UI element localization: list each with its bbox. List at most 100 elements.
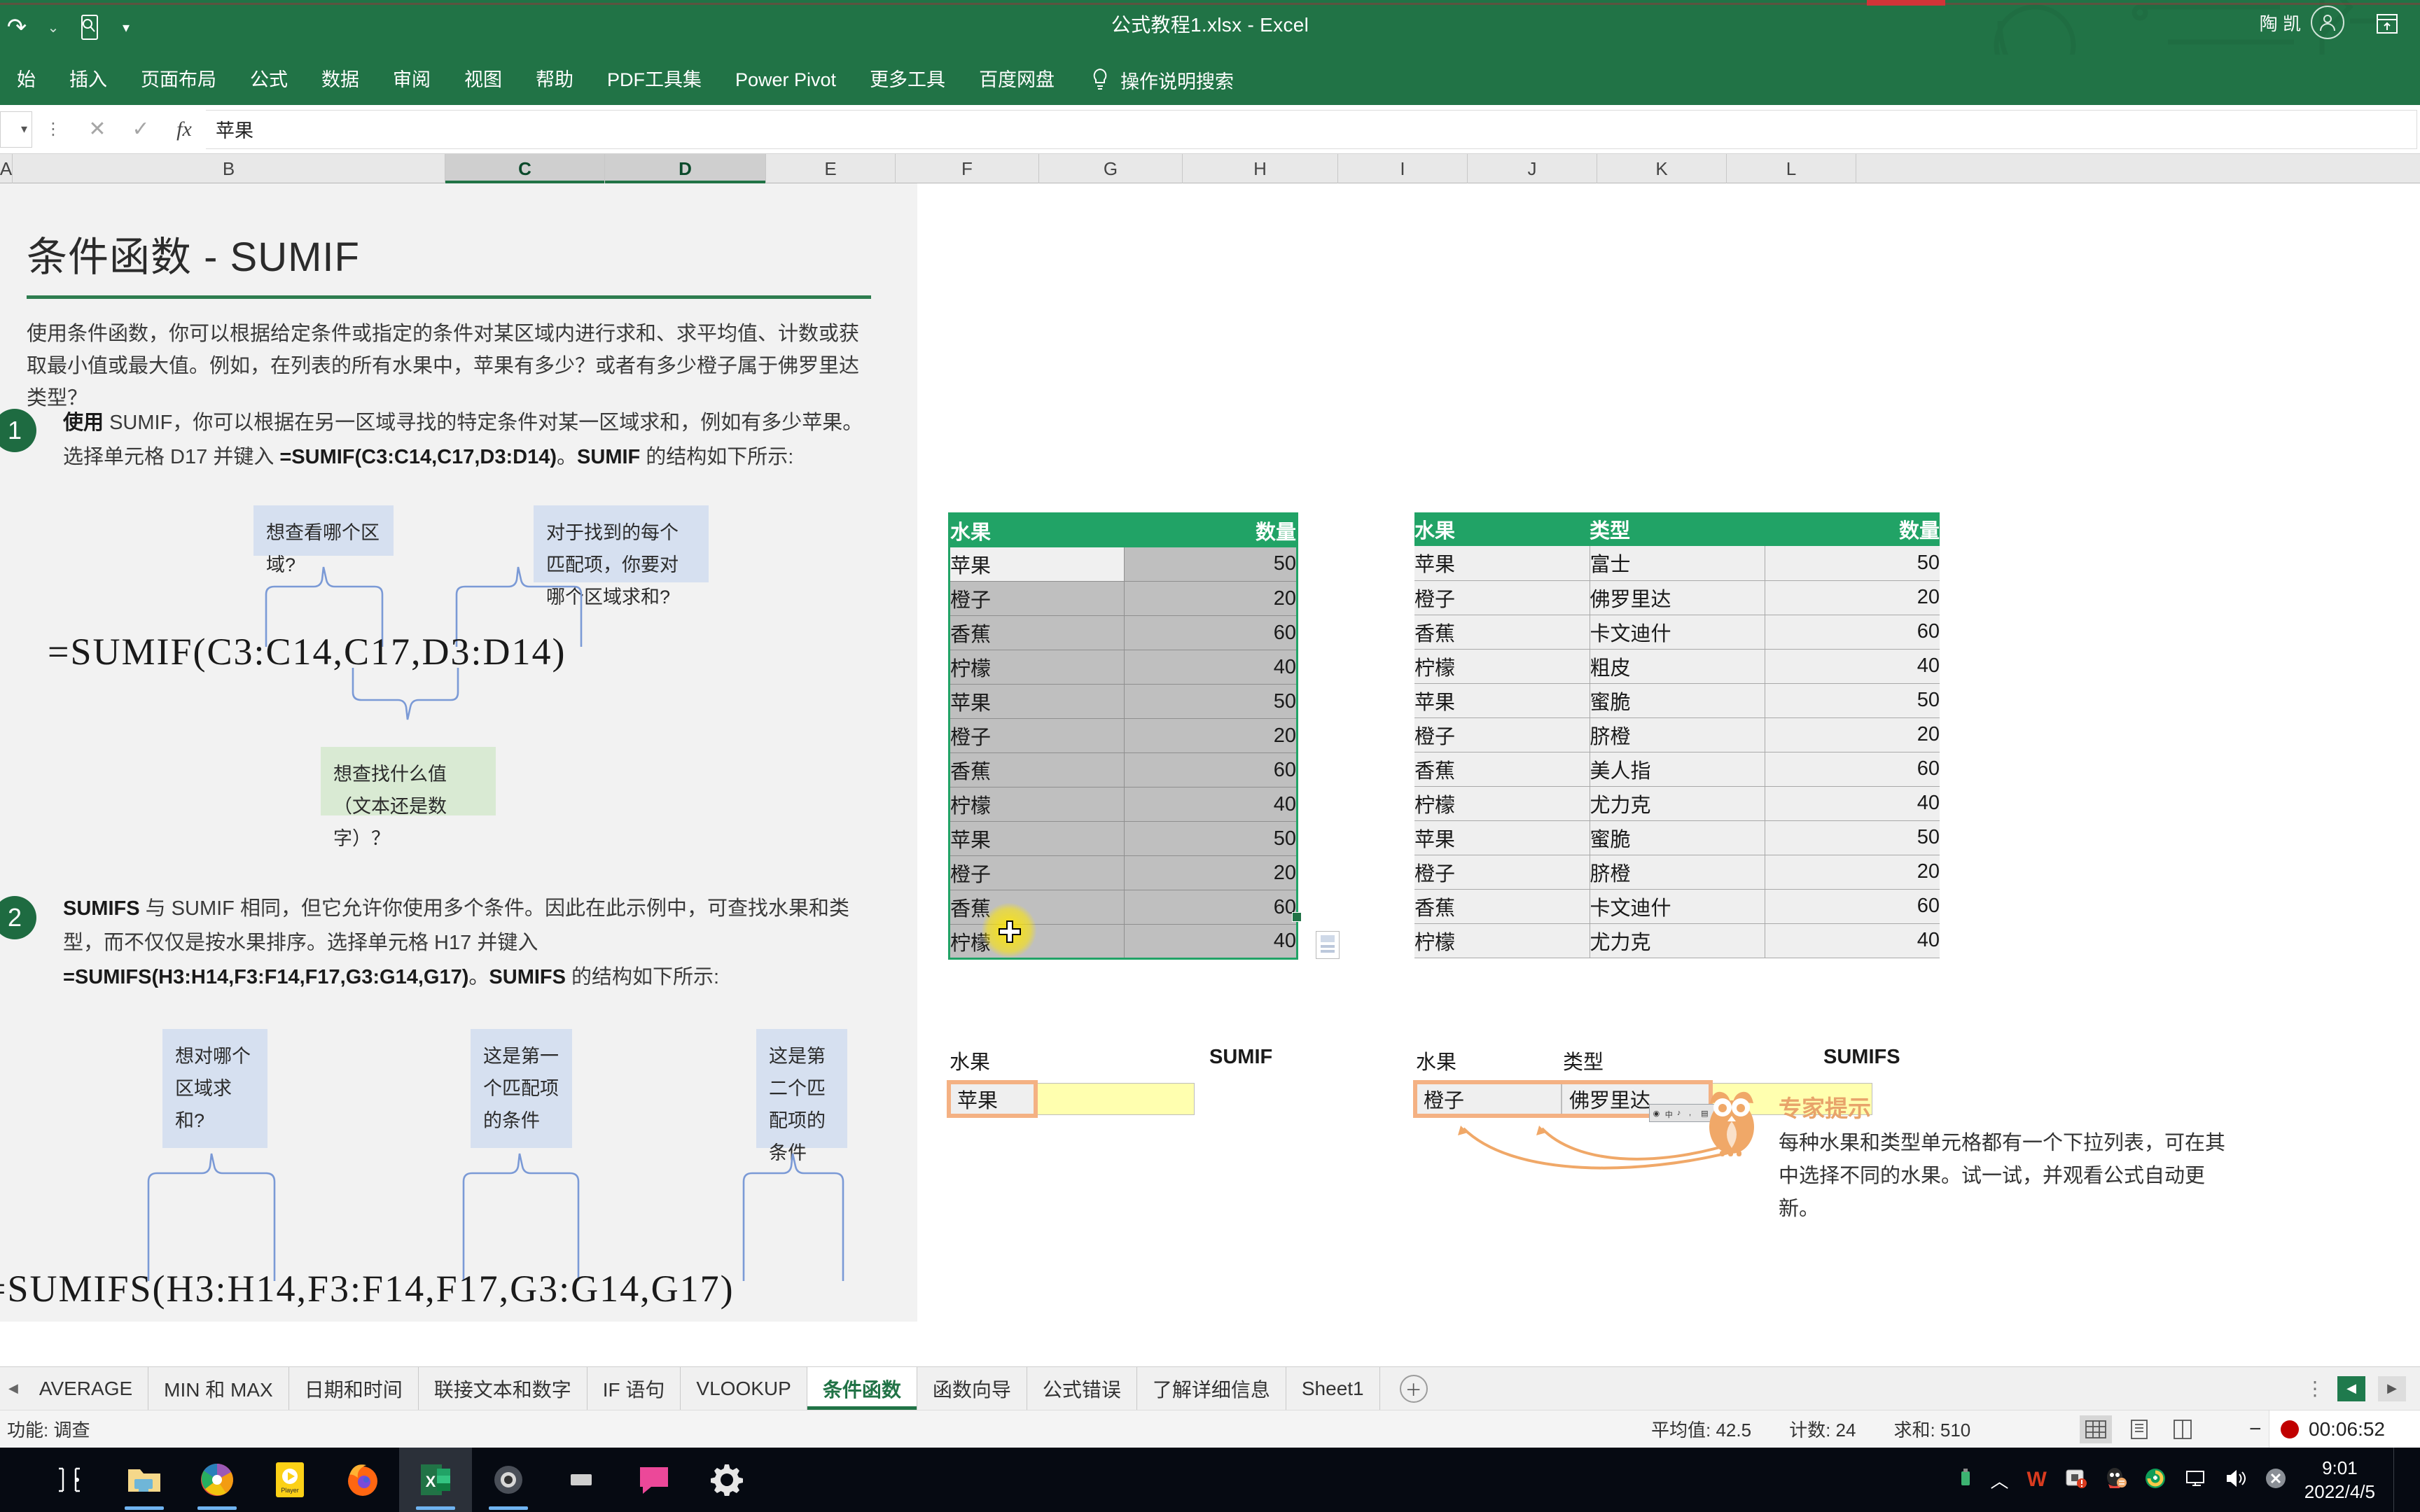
status-count[interactable]: 计数: 24 [1789, 1416, 1856, 1442]
volume-icon[interactable] [2225, 1469, 2247, 1492]
cell-G10[interactable]: 尤力克 [1590, 786, 1765, 821]
cell-C17-fruit-input[interactable]: 苹果 [950, 1083, 1035, 1115]
cell-H13[interactable]: 60 [1765, 889, 1940, 924]
recording-indicator[interactable]: 00:06:52 [2269, 1410, 2420, 1448]
cell-G9[interactable]: 美人指 [1590, 752, 1765, 787]
table-row[interactable]: 香蕉 卡文迪什 60 [1414, 889, 1940, 924]
cell-H12[interactable]: 20 [1765, 855, 1940, 890]
task-view-icon[interactable] [35, 1448, 108, 1512]
column-header-A[interactable]: A [0, 154, 13, 183]
chrome-icon[interactable] [181, 1448, 253, 1512]
page-layout-icon[interactable] [2123, 1415, 2155, 1443]
cell-H5[interactable]: 60 [1765, 615, 1940, 650]
column-header-C[interactable]: C [445, 154, 605, 184]
normal-view-icon[interactable] [2080, 1415, 2112, 1443]
cell-C10[interactable]: 柠檬 [949, 787, 1125, 822]
ribbon-tab-4[interactable]: 数据 [305, 55, 376, 105]
sheet-tab-function-wizard[interactable]: 函数向导 [917, 1367, 1027, 1410]
cell-H8[interactable]: 20 [1765, 718, 1940, 752]
cell-F8[interactable]: 橙子 [1414, 718, 1590, 752]
sumifs-data-table[interactable]: 水果 类型 数量 苹果 富士 50 橙子 佛罗里达 20 香蕉 卡文迪什 60 柠檬 粗皮 40… [1414, 512, 1940, 958]
cell-C3[interactable]: 苹果 [949, 547, 1125, 582]
tell-me-search[interactable]: 操作说明搜索 [1071, 66, 1234, 94]
column-header-K[interactable]: K [1597, 154, 1727, 183]
cell-G12[interactable]: 脐橙 [1590, 855, 1765, 890]
cell-G14[interactable]: 尤力克 [1590, 923, 1765, 958]
cell-D12[interactable]: 20 [1124, 855, 1298, 890]
cell-G8[interactable]: 脐橙 [1590, 718, 1765, 752]
sheet-tab-learn-more[interactable]: 了解详细信息 [1137, 1367, 1286, 1410]
confirm-edit-icon[interactable]: ✓ [119, 110, 162, 149]
table-row[interactable]: 苹果 50 [949, 547, 1298, 582]
column-header-L[interactable]: L [1727, 154, 1856, 183]
cell-F11[interactable]: 苹果 [1414, 820, 1590, 855]
ribbon-tab-7[interactable]: 帮助 [519, 55, 590, 105]
table-row[interactable]: 柠檬 粗皮 40 [1414, 649, 1940, 684]
cell-D6[interactable]: 40 [1124, 650, 1298, 685]
table-row[interactable]: 香蕉 60 [949, 615, 1298, 650]
ribbon-tab-1[interactable]: 插入 [53, 55, 124, 105]
cell-G5[interactable]: 卡文迪什 [1590, 615, 1765, 650]
add-sheet-button[interactable]: ＋ [1380, 1367, 1447, 1410]
cell-C7[interactable]: 苹果 [949, 684, 1125, 719]
sheet-tab-overflow-icon[interactable]: ⋮ [2305, 1377, 2325, 1400]
ribbon-tab-6[interactable]: 视图 [447, 55, 519, 105]
column-header-J[interactable]: J [1468, 154, 1597, 183]
table-row[interactable]: 香蕉 60 [949, 752, 1298, 788]
cell-D9[interactable]: 60 [1124, 752, 1298, 788]
table-row[interactable]: 苹果 富士 50 [1414, 546, 1940, 581]
cell-F9[interactable]: 香蕉 [1414, 752, 1590, 787]
avatar[interactable] [2311, 6, 2344, 39]
column-header-F[interactable]: F [896, 154, 1039, 183]
cell-H7[interactable]: 50 [1765, 683, 1940, 718]
network-icon[interactable] [2184, 1469, 2206, 1492]
excel-icon[interactable]: X [399, 1448, 472, 1512]
cell-G7[interactable]: 蜜脆 [1590, 683, 1765, 718]
table-row[interactable]: 橙子 20 [949, 855, 1298, 890]
cell-C13[interactable]: 香蕉 [949, 890, 1125, 925]
table-row[interactable]: 柠檬 40 [949, 650, 1298, 685]
cell-D11[interactable]: 50 [1124, 821, 1298, 856]
table-row[interactable]: 苹果 50 [949, 821, 1298, 856]
cell-D10[interactable]: 40 [1124, 787, 1298, 822]
cell-F10[interactable]: 柠檬 [1414, 786, 1590, 821]
cell-H14[interactable]: 40 [1765, 923, 1940, 958]
zoom-out-button[interactable]: − [2249, 1418, 2262, 1441]
table-row[interactable]: 橙子 20 [949, 718, 1298, 753]
paste-options-icon[interactable] [1316, 931, 1340, 959]
ribbon-tab-9[interactable]: Power Pivot [718, 55, 853, 105]
table-row[interactable]: 橙子 佛罗里达 20 [1414, 580, 1940, 615]
cell-D5[interactable]: 60 [1124, 615, 1298, 650]
cell-H6[interactable]: 40 [1765, 649, 1940, 684]
column-header-B[interactable]: B [13, 154, 445, 183]
table-row[interactable]: 橙子 脐橙 20 [1414, 718, 1940, 752]
table-row[interactable]: 橙子 脐橙 20 [1414, 855, 1940, 890]
cell-F4[interactable]: 橙子 [1414, 580, 1590, 615]
ime-punctuation-icon[interactable]: ♪ [1677, 1109, 1685, 1117]
table-row[interactable]: 柠檬 40 [949, 787, 1298, 822]
ribbon-tab-0[interactable]: 始 [0, 55, 53, 105]
fill-handle[interactable] [1292, 912, 1302, 922]
keyboard-icon[interactable] [545, 1448, 618, 1512]
show-desktop-button[interactable] [2393, 1448, 2403, 1512]
cancel-edit-icon[interactable]: ✕ [76, 110, 119, 149]
screen-recorder-icon[interactable] [472, 1448, 545, 1512]
wps-icon[interactable]: W [2026, 1468, 2046, 1492]
status-sum[interactable]: 求和: 510 [1893, 1416, 1970, 1442]
cell-D17-sumif-result[interactable] [1035, 1083, 1195, 1115]
cell-F3[interactable]: 苹果 [1414, 546, 1590, 581]
cell-C11[interactable]: 苹果 [949, 821, 1125, 856]
hscroll-left-icon[interactable]: ◀ [2337, 1376, 2365, 1401]
sheet-tab-conditional[interactable]: 条件函数 [807, 1367, 917, 1410]
ribbon-tab-8[interactable]: PDF工具集 [590, 55, 718, 105]
cell-H10[interactable]: 40 [1765, 786, 1940, 821]
name-box[interactable]: ▾ [0, 111, 32, 148]
table-row[interactable]: 苹果 50 [949, 684, 1298, 719]
cell-C8[interactable]: 橙子 [949, 718, 1125, 753]
cell-H9[interactable]: 60 [1765, 752, 1940, 787]
cell-C4[interactable]: 橙子 [949, 581, 1125, 616]
cell-H3[interactable]: 50 [1765, 546, 1940, 581]
cell-C9[interactable]: 香蕉 [949, 752, 1125, 788]
cell-F12[interactable]: 橙子 [1414, 855, 1590, 890]
cell-H11[interactable]: 50 [1765, 820, 1940, 855]
